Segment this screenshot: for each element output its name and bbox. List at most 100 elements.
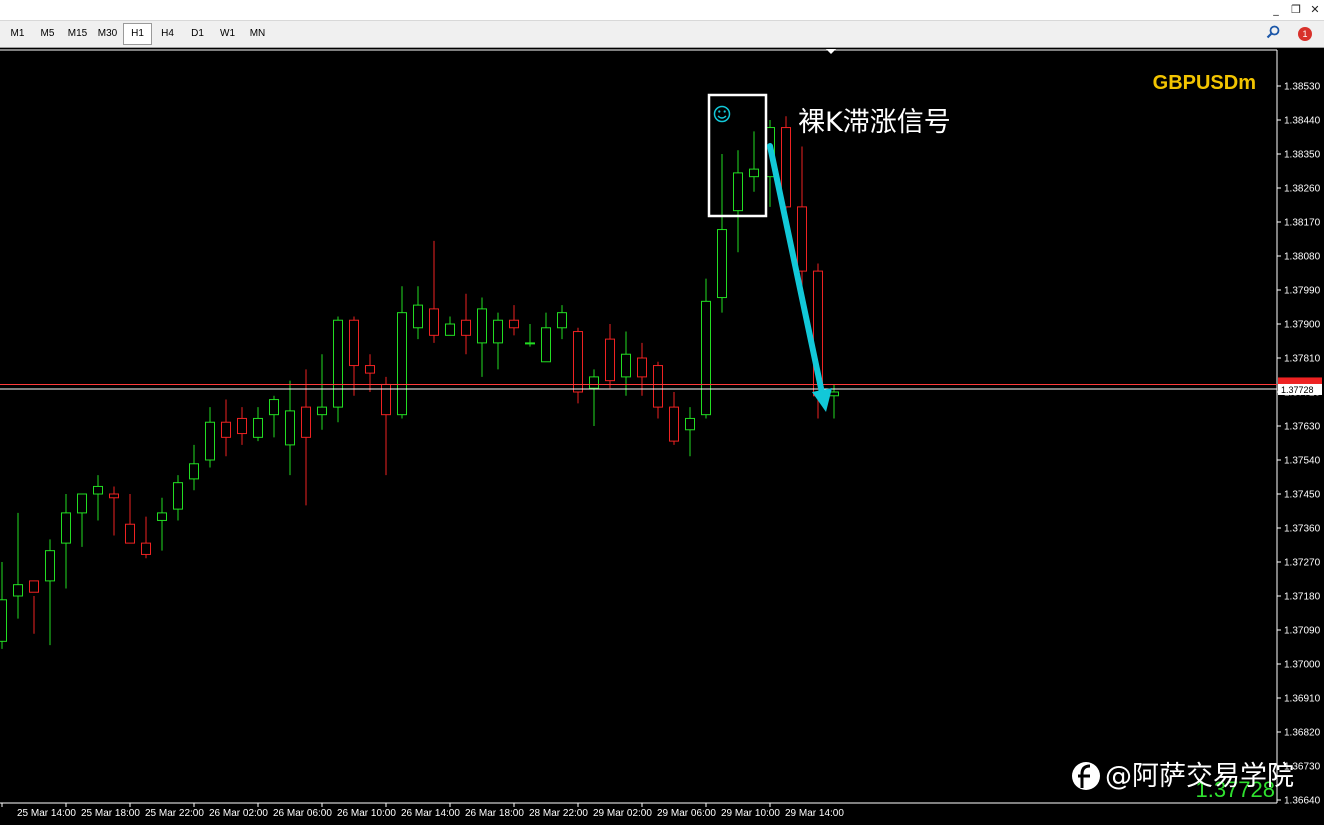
candle-body (253, 417, 263, 438)
candle-body (221, 421, 231, 438)
candle-body (477, 308, 487, 344)
time-tick-label: 28 Mar 22:00 (529, 808, 588, 819)
price-tick-label: 1.36640 (1284, 796, 1321, 807)
time-tick-label: 26 Mar 10:00 (337, 808, 396, 819)
candle-body (205, 421, 215, 461)
candle-body (61, 512, 71, 544)
timeframe-group: M1 M5 M15 M30 H1 H4 D1 W1 MN (3, 23, 273, 45)
time-tick-label: 26 Mar 14:00 (401, 808, 460, 819)
restore-icon[interactable]: ❐ (1288, 2, 1304, 17)
candle-body (621, 353, 631, 378)
price-tick-label: 1.37090 (1284, 626, 1321, 637)
timeframe-h1-button[interactable]: H1 (123, 23, 152, 45)
toolbar-right-group: 1 (1264, 23, 1318, 45)
candle-body (797, 206, 807, 272)
time-tick-label: 29 Mar 02:00 (593, 808, 652, 819)
candle-body (637, 357, 647, 378)
candle-body (733, 172, 743, 212)
candle-body (749, 168, 759, 178)
timeframe-w1-button[interactable]: W1 (213, 23, 242, 45)
chart-background (0, 48, 1324, 825)
price-tick-label: 1.37900 (1284, 320, 1321, 331)
timeframe-m15-button[interactable]: M15 (63, 23, 92, 45)
annotation-label: 裸K滞涨信号 (798, 107, 951, 138)
time-tick-label: 26 Mar 02:00 (209, 808, 268, 819)
brand-logo-icon (1072, 762, 1100, 790)
candle-body (493, 319, 503, 344)
candle-body (237, 417, 247, 435)
candle-body (109, 493, 119, 499)
candle-body (29, 580, 39, 593)
candle-body (445, 323, 455, 336)
timeframe-toolbar: M1 M5 M15 M30 H1 H4 D1 W1 MN 1 (0, 21, 1324, 48)
price-tick-label: 1.37000 (1284, 660, 1321, 671)
candle-body (717, 229, 727, 299)
candle-body (429, 308, 439, 336)
candle-body (301, 406, 311, 438)
candle-body (525, 342, 535, 345)
candle-body (269, 399, 279, 416)
candle-body (589, 376, 599, 389)
candle-body (349, 319, 359, 367)
chat-bubble-icon[interactable]: 1 (1292, 25, 1318, 43)
candle-body (701, 300, 711, 416)
timeframe-m5-button[interactable]: M5 (33, 23, 62, 45)
candle-body (557, 312, 567, 329)
bid-price-tag-label: 1.37728 (1281, 385, 1314, 395)
time-tick-label: 29 Mar 10:00 (721, 808, 780, 819)
candle-body (509, 319, 519, 329)
time-tick-label: 26 Mar 18:00 (465, 808, 524, 819)
time-tick-label: 26 Mar 06:00 (273, 808, 332, 819)
price-tick-label: 1.37540 (1284, 456, 1321, 467)
candle-body (141, 542, 151, 555)
price-chart[interactable]: 1.38530 1.38440 1.38350 1.38260 1.38170 1.380… (0, 48, 1324, 825)
price-tick-label: 1.38170 (1284, 218, 1321, 229)
timeframe-d1-button[interactable]: D1 (183, 23, 212, 45)
close-icon[interactable]: ✕ (1307, 2, 1323, 17)
price-tick-label: 1.37180 (1284, 592, 1321, 603)
time-tick-label: 25 Mar 22:00 (145, 808, 204, 819)
chart-canvas: 1.38530 1.38440 1.38350 1.38260 1.38170 1.380… (0, 48, 1324, 825)
price-tick-label: 1.38080 (1284, 252, 1321, 263)
candle-body (157, 512, 167, 521)
search-icon[interactable] (1264, 25, 1282, 43)
price-tick-label: 1.37360 (1284, 524, 1321, 535)
time-tick-label: 29 Mar 14:00 (785, 808, 844, 819)
candle-body (317, 406, 327, 416)
candle-body (461, 319, 471, 336)
notification-badge: 1 (1298, 27, 1312, 41)
candle-body (77, 493, 87, 514)
candle-body (573, 331, 583, 393)
candle-body (0, 599, 7, 642)
price-tick-label: 1.38260 (1284, 184, 1321, 195)
time-tick-label: 25 Mar 18:00 (81, 808, 140, 819)
price-tick-label: 1.37810 (1284, 354, 1321, 365)
timeframe-mn-button[interactable]: MN (243, 23, 272, 45)
candle-body (173, 482, 183, 510)
timeframe-m30-button[interactable]: M30 (93, 23, 122, 45)
candle (573, 327, 583, 404)
window-title-bar: _ ❐ ✕ (0, 0, 1324, 21)
price-tick-label: 1.38350 (1284, 150, 1321, 161)
candle-body (685, 417, 695, 431)
candle-body (397, 312, 407, 416)
time-tick-label: 25 Mar 14:00 (17, 808, 76, 819)
candle-body (285, 410, 295, 446)
timeframe-m1-button[interactable]: M1 (3, 23, 32, 45)
candle-body (365, 365, 375, 374)
timeframe-h4-button[interactable]: H4 (153, 23, 182, 45)
candle-body (669, 406, 679, 442)
candle-body (93, 485, 103, 495)
candle-body (125, 523, 135, 544)
candle-body (413, 304, 423, 329)
candle (333, 316, 343, 423)
watermark: @阿萨交易学院 (1072, 761, 1294, 792)
candle-body (13, 584, 23, 597)
price-tick-label: 1.36820 (1284, 728, 1321, 739)
price-tick-label: 1.36910 (1284, 694, 1321, 705)
candle-body (541, 327, 551, 363)
minimize-icon[interactable]: _ (1268, 2, 1284, 17)
price-tick-label: 1.38530 (1284, 82, 1321, 93)
candle-body (189, 463, 199, 480)
candle-body (45, 550, 55, 582)
